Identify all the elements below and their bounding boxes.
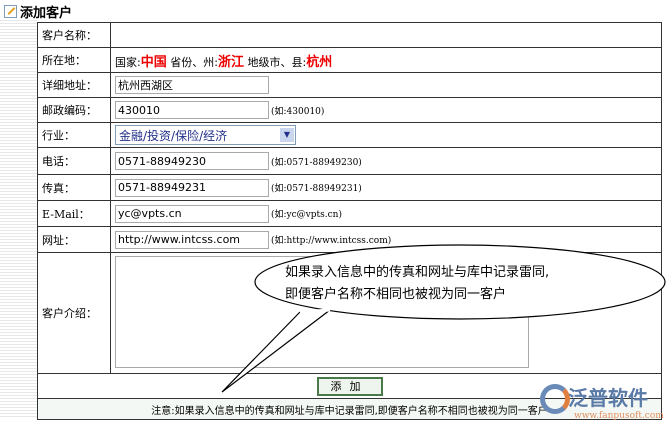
callout-line2: 即便客户名称不相同也被视为同一客户 — [285, 287, 507, 302]
logo-url: www.fanpusoft.com — [574, 411, 664, 421]
logo-icon — [540, 384, 570, 414]
logo: 泛普软件 www.fanpusoft.com — [538, 382, 664, 421]
logo-name: 泛普软件 — [568, 386, 648, 410]
callout-line1: 如果录入信息中的传真和网址与库中记录雷同, — [285, 265, 550, 280]
callout-shape — [221, 244, 666, 393]
callout-text: 如果录入信息中的传真和网址与库中记录雷同, 即便客户名称不相同也被视为同一客户 — [285, 262, 655, 306]
